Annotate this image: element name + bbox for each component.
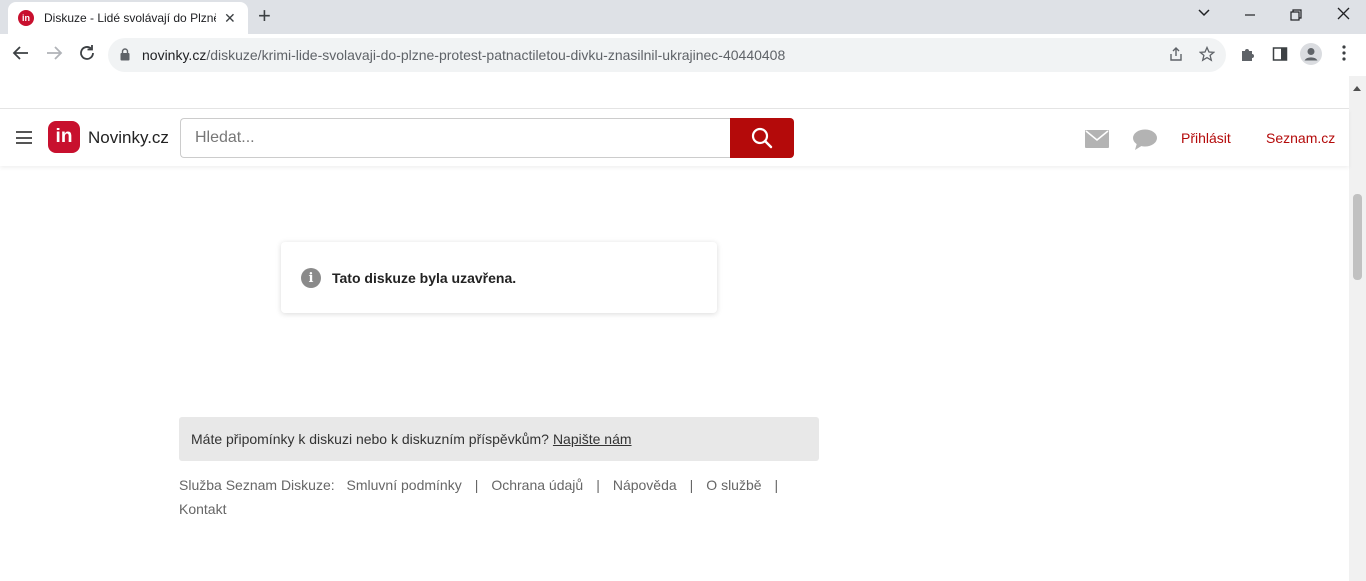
- profile-avatar-icon[interactable]: [1300, 43, 1322, 69]
- footer-separator: |: [774, 477, 779, 493]
- footer-link-terms[interactable]: Smluvní podmínky: [347, 477, 462, 493]
- tab-close-icon[interactable]: ✕: [224, 10, 236, 27]
- footer-links: Služba Seznam Diskuze: Smluvní podmínky |…: [179, 473, 819, 521]
- close-window-icon[interactable]: [1337, 7, 1350, 25]
- restore-icon[interactable]: [1290, 8, 1302, 26]
- new-tab-plus-icon[interactable]: +: [258, 5, 271, 27]
- footer-link-about[interactable]: O službě: [706, 477, 761, 493]
- feedback-text: Máte připomínky k diskuzi nebo k diskuzn…: [191, 431, 549, 447]
- search-icon: [751, 127, 773, 149]
- tab-favicon-icon: in: [18, 10, 34, 26]
- discussion-closed-notice: i Tato diskuze byla uzavřena.: [281, 242, 717, 313]
- tab-search-chevron-icon[interactable]: [1197, 5, 1211, 24]
- chat-bubble-icon[interactable]: [1133, 129, 1157, 156]
- logo-text[interactable]: Novinky.cz: [88, 128, 169, 148]
- footer-link-help[interactable]: Nápověda: [613, 477, 677, 493]
- notice-text: Tato diskuze byla uzavřena.: [332, 270, 517, 286]
- bookmarks-area: [0, 76, 1366, 108]
- mail-icon[interactable]: [1085, 130, 1109, 153]
- lock-icon: [120, 48, 130, 61]
- address-bar[interactable]: novinky.cz/diskuze/krimi-lide-svolavaji-…: [108, 38, 1226, 72]
- browser-tab[interactable]: in Diskuze - Lidé svolávají do Plzně ✕: [8, 2, 248, 34]
- novinky-logo-icon[interactable]: in: [48, 121, 80, 153]
- url-host: novinky.cz: [142, 47, 207, 63]
- url-path: /diskuze/krimi-lide-svolavaji-do-plzne-p…: [206, 47, 786, 63]
- footer-separator: |: [596, 477, 600, 493]
- browser-menu-icon[interactable]: [1339, 44, 1349, 66]
- hamburger-menu-icon[interactable]: [16, 131, 32, 144]
- scroll-thumb[interactable]: [1353, 194, 1362, 280]
- url-text: novinky.cz/diskuze/krimi-lide-svolavaji-…: [142, 47, 785, 63]
- minimize-icon[interactable]: [1244, 8, 1256, 26]
- page-content: in Novinky.cz Přihlásit Seznam.cz i Tato…: [0, 108, 1349, 581]
- extensions-puzzle-icon[interactable]: [1240, 46, 1256, 66]
- bookmark-star-icon[interactable]: [1198, 45, 1216, 66]
- login-link[interactable]: Přihlásit: [1181, 130, 1231, 146]
- search-input[interactable]: [180, 118, 731, 158]
- feedback-box: Máte připomínky k diskuzi nebo k diskuzn…: [179, 417, 819, 461]
- share-icon[interactable]: [1168, 46, 1184, 66]
- footer-link-privacy[interactable]: Ochrana údajů: [491, 477, 583, 493]
- scroll-up-arrow-icon[interactable]: [1353, 86, 1361, 91]
- footer-separator: |: [474, 477, 479, 493]
- browser-tab-strip: in Diskuze - Lidé svolávají do Plzně ✕ +: [0, 0, 1366, 34]
- browser-toolbar: novinky.cz/diskuze/krimi-lide-svolavaji-…: [0, 34, 1366, 76]
- forward-arrow-icon[interactable]: [45, 44, 63, 66]
- reload-icon[interactable]: [78, 44, 96, 66]
- page-scrollbar[interactable]: [1349, 76, 1366, 581]
- back-arrow-icon[interactable]: [12, 44, 30, 66]
- footer-link-contact[interactable]: Kontakt: [179, 501, 226, 517]
- footer-separator: |: [689, 477, 694, 493]
- info-icon: i: [301, 268, 321, 288]
- site-header: in Novinky.cz Přihlásit Seznam.cz: [0, 109, 1349, 166]
- search-button[interactable]: [730, 118, 794, 158]
- feedback-link[interactable]: Napište nám: [553, 431, 632, 447]
- seznam-link[interactable]: Seznam.cz: [1266, 130, 1335, 146]
- footer-service-label: Služba Seznam Diskuze:: [179, 477, 335, 493]
- side-panel-icon[interactable]: [1272, 46, 1288, 66]
- tab-title: Diskuze - Lidé svolávají do Plzně: [44, 11, 216, 25]
